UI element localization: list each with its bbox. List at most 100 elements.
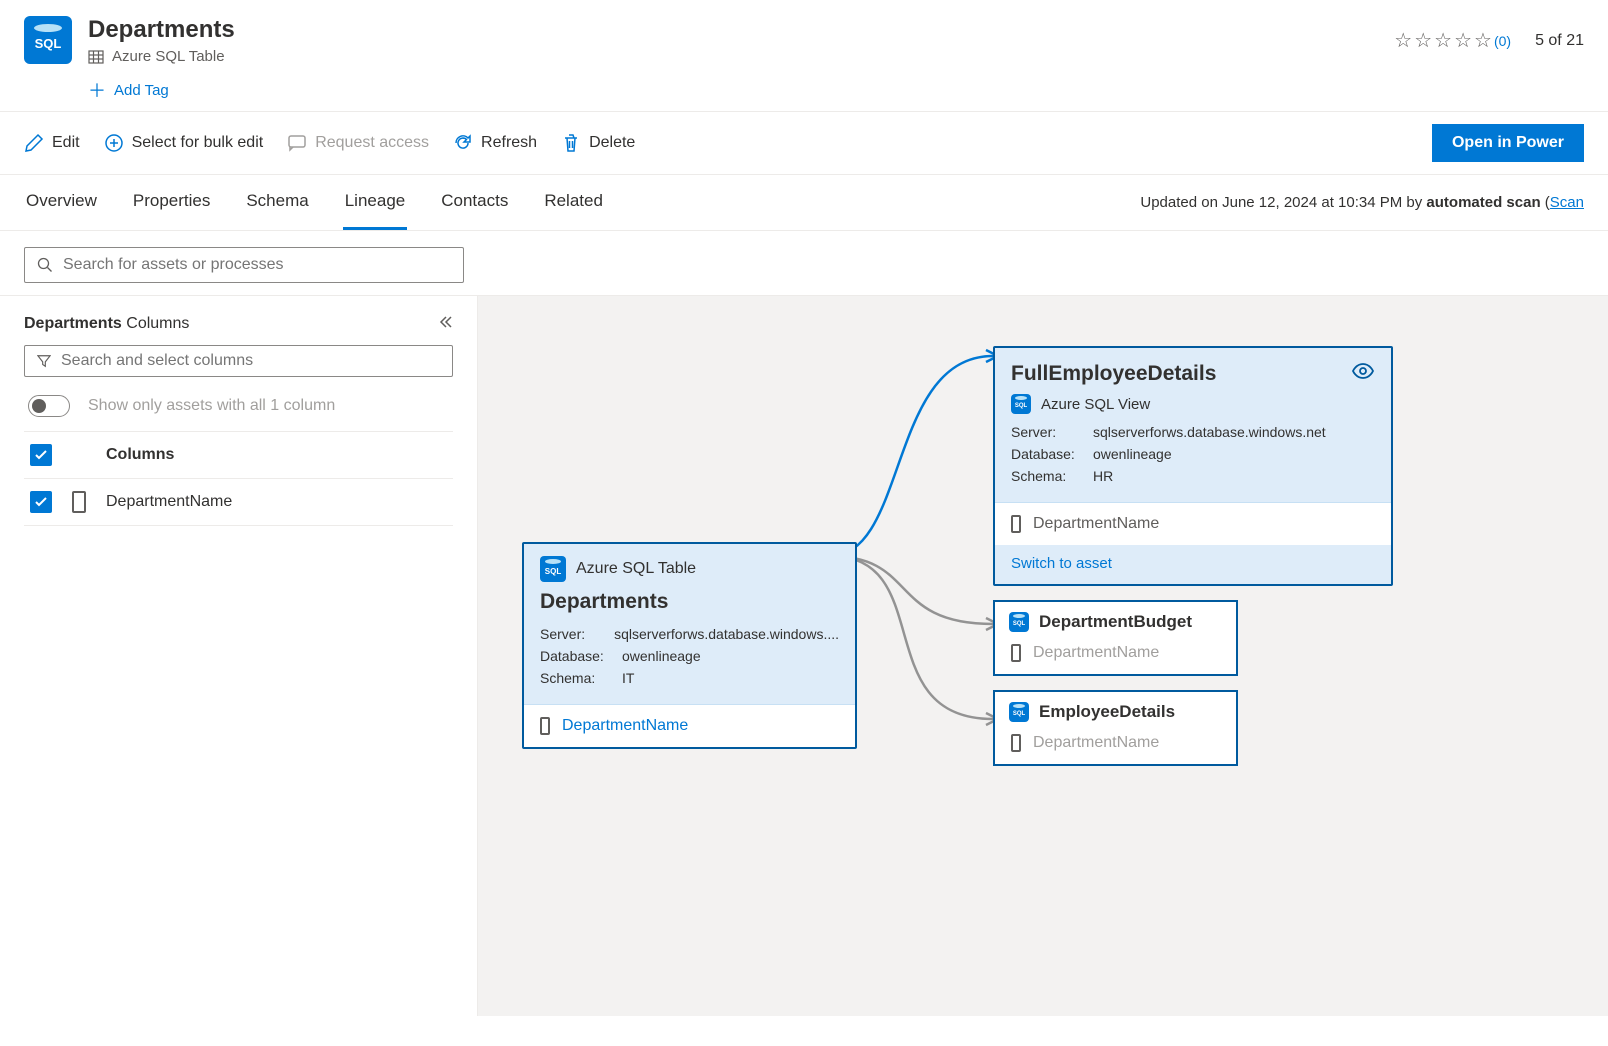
- column-name: DepartmentName: [1033, 734, 1159, 752]
- node-column[interactable]: DepartmentName: [1009, 728, 1222, 752]
- star-icon: ☆: [1394, 28, 1412, 53]
- sql-icon: SQL: [24, 16, 72, 64]
- column-checkbox[interactable]: [30, 491, 52, 513]
- search-box[interactable]: [24, 247, 464, 283]
- sql-icon: SQL: [540, 556, 566, 582]
- show-only-toggle[interactable]: [28, 395, 70, 417]
- chat-icon: [287, 133, 307, 153]
- header-right: ☆ ☆ ☆ ☆ ☆ (0) 5 of 21: [1394, 16, 1584, 53]
- node-header: SQL DepartmentBudget: [1009, 612, 1222, 638]
- select-all-checkbox[interactable]: [30, 444, 52, 466]
- node-column[interactable]: DepartmentName: [524, 704, 855, 747]
- add-tag-label: Add Tag: [114, 82, 169, 99]
- collapse-sidebar-button[interactable]: [437, 314, 453, 333]
- updated-suffix: (: [1541, 194, 1550, 211]
- meta-label: Server:: [540, 626, 614, 642]
- node-title: Departments: [524, 588, 855, 622]
- plus-icon: ＋: [88, 77, 106, 103]
- tab-properties[interactable]: Properties: [131, 175, 212, 230]
- tab-overview[interactable]: Overview: [24, 175, 99, 230]
- star-icon: ☆: [1414, 28, 1432, 53]
- target-node-main[interactable]: FullEmployeeDetails SQL Azure SQL View S…: [993, 346, 1393, 586]
- tabs-bar: Overview Properties Schema Lineage Conta…: [0, 175, 1608, 231]
- sidebar-title: Departments Columns: [24, 315, 189, 333]
- sql-icon: SQL: [1011, 394, 1031, 414]
- check-icon: [34, 495, 48, 509]
- sql-icon: SQL: [1009, 612, 1029, 632]
- filter-icon: [37, 354, 51, 368]
- columns-header: Columns: [106, 446, 174, 464]
- sidebar-header: Departments Columns: [24, 314, 453, 333]
- meta-value: HR: [1093, 468, 1113, 484]
- bulk-edit-button[interactable]: Select for bulk edit: [104, 133, 264, 153]
- meta-label: Schema:: [1011, 468, 1093, 484]
- main-content: Departments Columns Show only assets wit…: [0, 295, 1608, 1016]
- node-link: Switch to asset: [995, 545, 1391, 584]
- search-container: [0, 231, 1608, 295]
- updated-by: automated scan: [1426, 194, 1540, 211]
- header-info: Departments Azure SQL Table ＋ Add Tag: [88, 16, 1394, 103]
- meta-label: Server:: [1011, 424, 1093, 440]
- tab-contacts[interactable]: Contacts: [439, 175, 510, 230]
- tab-schema[interactable]: Schema: [244, 175, 310, 230]
- delete-button[interactable]: Delete: [561, 133, 635, 153]
- edit-label: Edit: [52, 134, 80, 152]
- bulk-label: Select for bulk edit: [132, 134, 264, 152]
- column-name: DepartmentName: [106, 493, 232, 511]
- target-node[interactable]: SQL DepartmentBudget DepartmentName: [993, 600, 1238, 676]
- column-list: Columns DepartmentName: [24, 431, 453, 526]
- search-icon: [37, 257, 53, 273]
- column-type-icon: [1011, 515, 1021, 533]
- delete-label: Delete: [589, 134, 635, 152]
- connector-line: [828, 336, 1008, 576]
- focus-button[interactable]: [1351, 362, 1375, 383]
- search-input[interactable]: [63, 256, 451, 274]
- meta-label: Schema:: [540, 670, 622, 686]
- node-column[interactable]: DepartmentName: [1009, 638, 1222, 662]
- pencil-icon: [24, 133, 44, 153]
- sql-icon: SQL: [1009, 702, 1029, 722]
- chevron-left-icon: [437, 314, 453, 330]
- column-type-icon: [1011, 644, 1021, 662]
- lineage-canvas[interactable]: SQL Azure SQL Table Departments Server:s…: [478, 296, 1608, 1016]
- column-row[interactable]: DepartmentName: [24, 479, 453, 526]
- tabs: Overview Properties Schema Lineage Conta…: [24, 175, 605, 230]
- edit-button[interactable]: Edit: [24, 133, 80, 153]
- column-search-box[interactable]: [24, 345, 453, 377]
- refresh-button[interactable]: Refresh: [453, 133, 537, 153]
- node-type: Azure SQL Table: [576, 560, 696, 578]
- node-title: FullEmployeeDetails: [995, 348, 1391, 394]
- refresh-label: Refresh: [481, 134, 537, 152]
- meta-value: IT: [622, 670, 634, 686]
- source-node[interactable]: SQL Azure SQL Table Departments Server:s…: [522, 542, 857, 749]
- switch-to-asset-link[interactable]: Switch to asset: [1011, 555, 1112, 572]
- tab-related[interactable]: Related: [542, 175, 605, 230]
- column-header-row[interactable]: Columns: [24, 432, 453, 479]
- node-header: SQL Azure SQL View: [995, 394, 1391, 420]
- page-count: 5 of 21: [1535, 32, 1584, 50]
- meta-label: Database:: [1011, 446, 1093, 462]
- meta-value: sqlserverforws.database.windows....: [614, 626, 839, 642]
- subtitle-text: Azure SQL Table: [112, 48, 225, 65]
- node-type: Azure SQL View: [1041, 396, 1150, 413]
- node-header: SQL Azure SQL Table: [524, 544, 855, 588]
- page-subtitle: Azure SQL Table: [88, 48, 1394, 65]
- eye-icon: [1351, 362, 1375, 380]
- rating-stars[interactable]: ☆ ☆ ☆ ☆ ☆ (0): [1394, 28, 1511, 53]
- request-access-button[interactable]: Request access: [287, 133, 429, 153]
- target-node[interactable]: SQL EmployeeDetails DepartmentName: [993, 690, 1238, 766]
- add-tag-button[interactable]: ＋ Add Tag: [88, 77, 1394, 103]
- meta-label: Database:: [540, 648, 622, 664]
- rating-count: (0): [1494, 33, 1511, 49]
- updated-info: Updated on June 12, 2024 at 10:34 PM by …: [1140, 178, 1584, 227]
- meta-value: owenlineage: [1093, 446, 1172, 462]
- columns-sidebar: Departments Columns Show only assets wit…: [0, 296, 478, 1016]
- open-in-power-button[interactable]: Open in Power: [1432, 124, 1584, 162]
- tab-lineage[interactable]: Lineage: [343, 175, 408, 230]
- node-column[interactable]: DepartmentName: [995, 502, 1391, 545]
- column-search-input[interactable]: [61, 352, 440, 370]
- scan-link[interactable]: Scan: [1550, 194, 1584, 211]
- column-name: DepartmentName: [1033, 515, 1159, 533]
- plus-circle-icon: [104, 133, 124, 153]
- sidebar-title-sub: Columns: [122, 315, 190, 332]
